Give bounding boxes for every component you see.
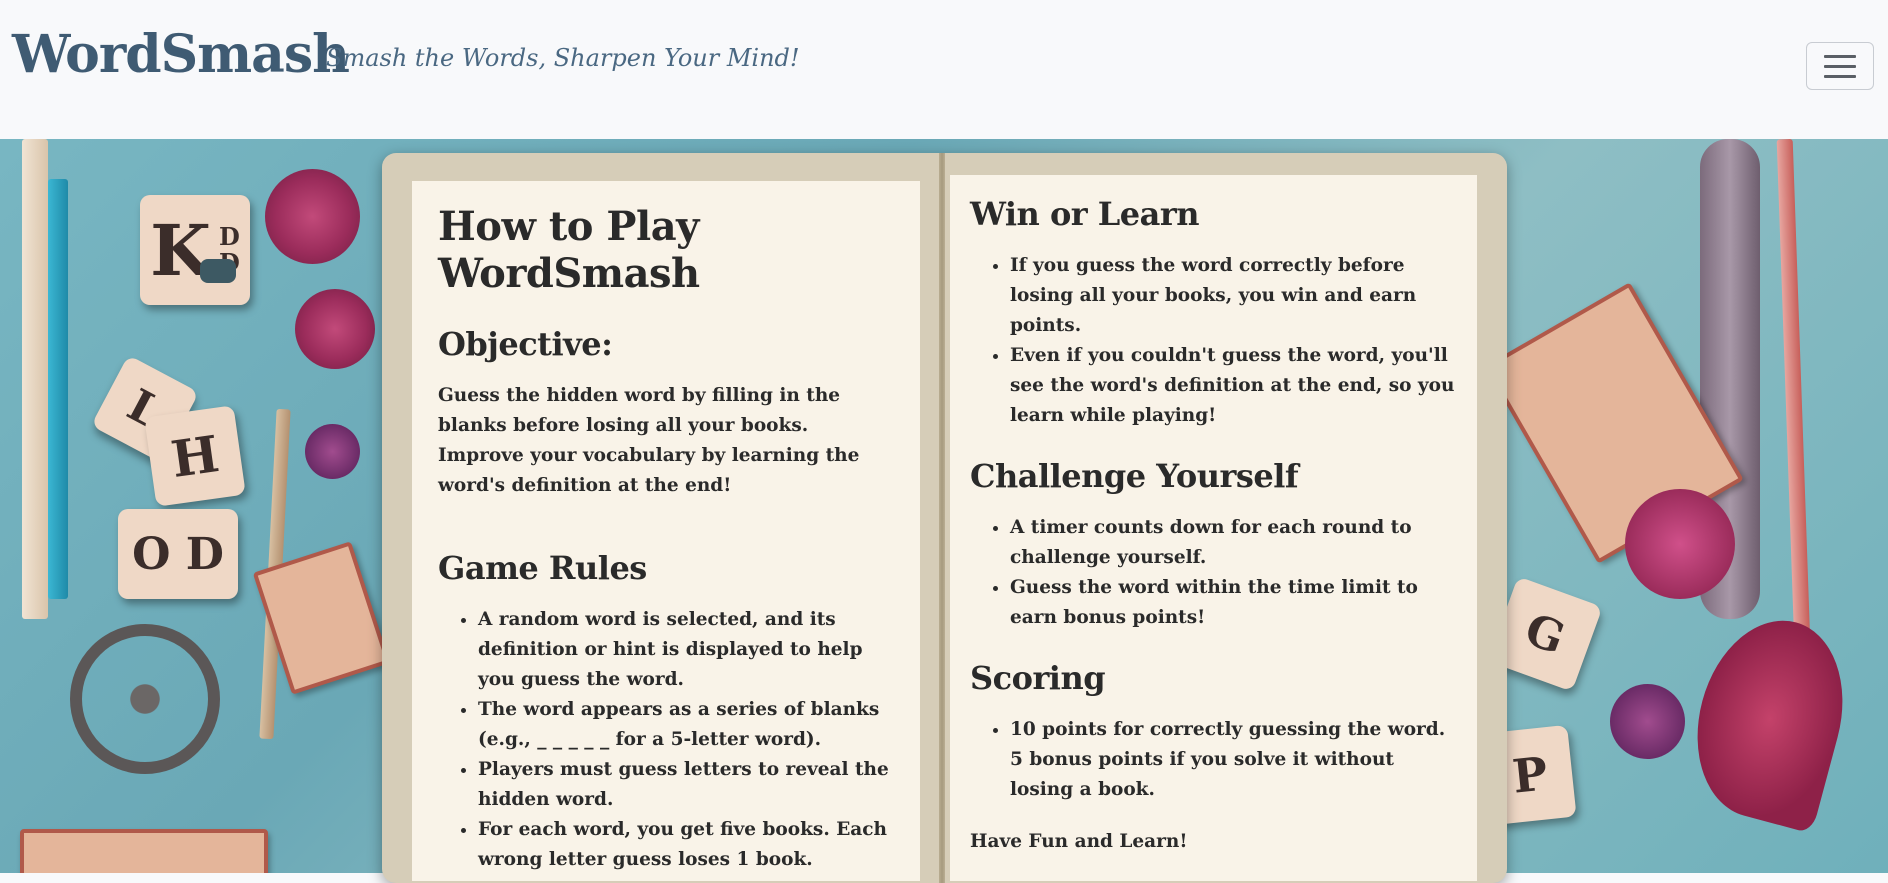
book-spine: [939, 153, 945, 883]
objective-heading: Objective:: [438, 325, 613, 363]
left-page: How to Play WordSmash Objective: Guess t…: [412, 181, 920, 881]
open-book-decoration: [20, 829, 268, 873]
rules-list: A random word is selected, and its defin…: [438, 605, 894, 875]
letter-tile-k: K DD: [140, 195, 250, 305]
objective-text: Guess the hidden word by filling in the …: [438, 385, 860, 496]
menu-toggle-button[interactable]: [1806, 42, 1874, 90]
challenge-list: A timer counts down for each round to ch…: [970, 513, 1457, 633]
win-list: If you guess the word correctly before l…: [970, 251, 1457, 431]
list-item: Guess the word within the time limit to …: [1010, 573, 1457, 633]
list-item: Players must guess letters to reveal the…: [478, 755, 894, 815]
list-item: A random word is selected, and its defin…: [478, 605, 894, 695]
letter-tile-od: O D: [118, 509, 238, 599]
berry-decoration: [305, 424, 360, 479]
pencil-decoration: [48, 179, 68, 599]
list-item: The word appears as a series of blanks (…: [478, 695, 894, 755]
navbar: WordSmash Smash the Words, Sharpen Your …: [0, 0, 1888, 139]
instructions-book: How to Play WordSmash Objective: Guess t…: [382, 153, 1507, 883]
letter-tile-h: H: [144, 405, 246, 507]
berry-decoration: [1625, 489, 1735, 599]
list-item: Even if you couldn't guess the word, you…: [1010, 341, 1457, 431]
scoring-list: 10 points for correctly guessing the wor…: [970, 715, 1457, 805]
closing-text: Have Fun and Learn!: [970, 831, 1188, 852]
wheel-decoration: [70, 624, 220, 774]
challenge-heading: Challenge Yourself: [970, 457, 1299, 495]
win-heading: Win or Learn: [970, 195, 1200, 233]
flower-decoration: [295, 289, 375, 369]
pen-decoration: [200, 259, 236, 283]
tagline: Smash the Words, Sharpen Your Mind!: [326, 44, 800, 72]
list-item: A timer counts down for each round to ch…: [1010, 513, 1457, 573]
rules-heading: Game Rules: [438, 549, 647, 587]
page-title: How to Play WordSmash: [438, 203, 700, 297]
flower-decoration: [265, 169, 360, 264]
leaf-decoration: [1676, 604, 1864, 834]
berry-decoration: [1610, 684, 1685, 759]
list-item: For each word, you get five books. Each …: [478, 815, 894, 875]
right-page: Win or Learn If you guess the word corre…: [950, 175, 1477, 881]
ruler-decoration: [22, 139, 48, 619]
scoring-heading: Scoring: [970, 659, 1106, 697]
list-item: If you guess the word correctly before l…: [1010, 251, 1457, 341]
brand-logo[interactable]: WordSmash: [12, 24, 350, 85]
list-item: 10 points for correctly guessing the wor…: [1010, 715, 1457, 805]
